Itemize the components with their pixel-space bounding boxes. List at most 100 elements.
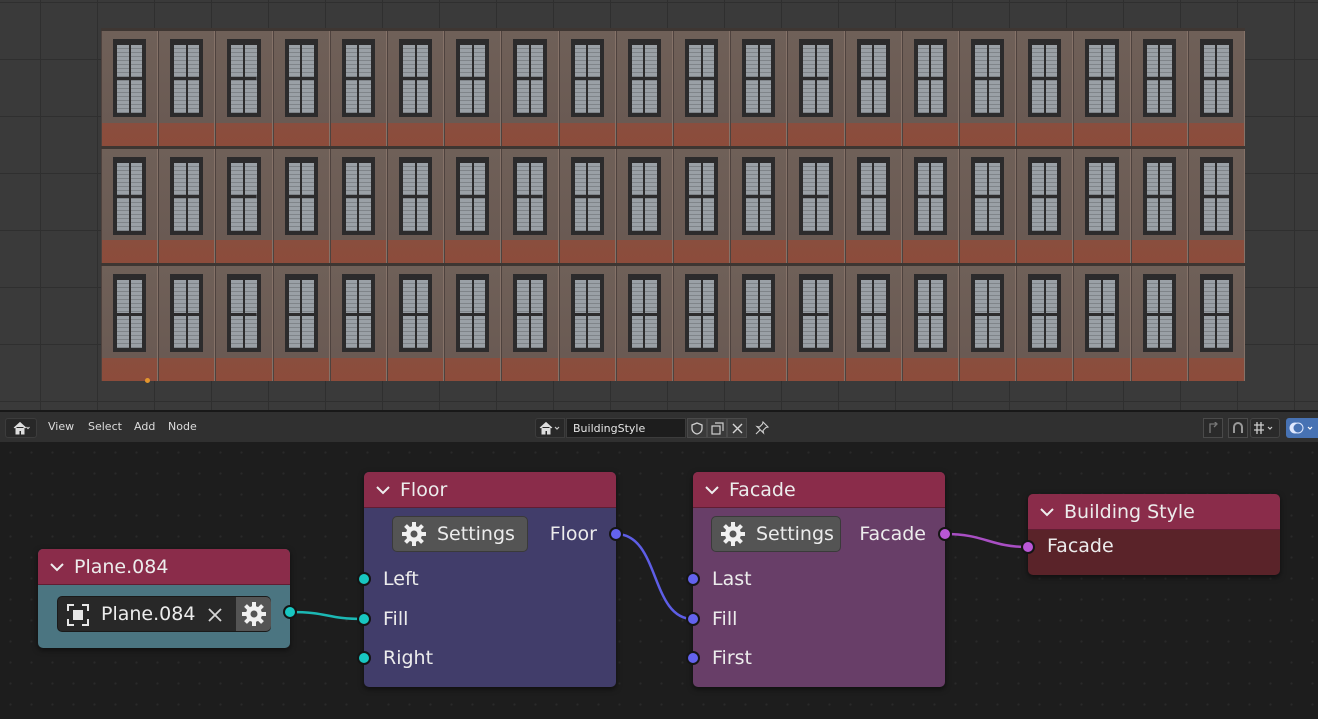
window [570,156,604,235]
object-picker-field[interactable]: Plane.084 [57,596,271,632]
menu-view[interactable]: View [48,420,74,433]
chevron-down-icon[interactable] [374,481,392,499]
floor-node[interactable]: Floor Settings Floor Left Fill Right [364,472,616,687]
building-style-node[interactable]: Building Style Facade [1028,494,1280,575]
facade-output-socket[interactable] [938,527,952,541]
facade-input-last-socket[interactable] [686,572,700,586]
facade-bay [272,31,330,146]
facade-node[interactable]: Facade Settings Facade Last Fill First [693,472,945,687]
node-header[interactable]: Building Style [1028,494,1280,530]
magnet-icon [1233,422,1243,433]
node-header[interactable]: Plane.084 [38,549,290,585]
window [513,156,547,235]
plane-output-socket[interactable] [283,605,297,619]
close-icon[interactable] [207,607,223,623]
floor-input-right-socket[interactable] [357,651,371,665]
facade-bay [615,148,674,264]
building-facade-mesh[interactable] [101,28,1246,382]
floor-output-socket[interactable] [609,527,623,541]
floor-input-fill-socket[interactable] [357,612,371,626]
node-header[interactable]: Floor [364,472,616,508]
facade-bay [615,266,674,382]
node-header[interactable]: Facade [693,472,945,508]
overlay-toggle[interactable] [1286,418,1318,438]
facade-bay [1130,148,1188,264]
window [513,39,547,117]
window [284,156,318,235]
facade-input-last-label: Last [712,568,752,590]
window [1028,274,1062,353]
object-settings-button[interactable] [236,597,271,631]
window [627,39,662,117]
facade-bay [444,148,502,264]
node-title: Building Style [1064,500,1195,523]
facade-bay [673,31,731,146]
node-tree-name-field[interactable]: BuildingStyle [566,418,686,438]
window [627,274,662,353]
snap-toggle[interactable] [1228,418,1248,438]
settings-label: Settings [437,523,515,545]
window [284,39,318,117]
facade-bay [444,266,502,382]
facade-bay [673,266,731,382]
duplicate-icon [710,421,724,435]
floor-input-left-socket[interactable] [357,572,371,586]
floor-input-left-label: Left [383,568,419,590]
facade-bay [558,148,616,264]
building-style-input-facade-label: Facade [1047,535,1114,557]
facade-bay [901,148,960,264]
pin-button[interactable] [752,418,772,438]
chevron-down-icon[interactable] [1038,503,1056,521]
menu-node[interactable]: Node [168,420,197,433]
unlink-tree-button[interactable] [727,418,747,438]
node-tree-browse-button[interactable] [535,418,565,438]
menu-add[interactable]: Add [134,420,155,433]
window [113,156,147,235]
facade-input-first-label: First [712,647,752,669]
window [1199,39,1234,117]
facade-bay [730,31,788,146]
facade-story [101,145,1246,264]
building-style-input-facade-socket[interactable] [1021,540,1035,554]
facade-bay [1187,148,1246,264]
settings-label: Settings [756,523,834,545]
facade-bay [158,31,216,146]
facade-input-first-socket[interactable] [686,651,700,665]
duplicate-tree-button[interactable] [707,418,727,438]
facade-bay [387,31,445,146]
facade-bay [959,31,1017,146]
window [341,156,376,235]
snap-mode-dropdown[interactable] [1250,418,1280,438]
parent-tree-button[interactable] [1203,418,1223,438]
editor-type-button[interactable] [5,418,37,438]
facade-bay [101,266,159,382]
facade-bay [215,148,273,264]
window [1199,274,1234,353]
window [742,274,776,353]
facade-bay [329,266,388,382]
facade-bay [329,148,388,264]
window [856,156,890,235]
window [913,39,948,117]
chevron-down-icon[interactable] [48,558,66,576]
fake-user-button[interactable] [687,418,707,438]
facade-bay [844,266,902,382]
facade-bay [558,31,616,146]
facade-settings-button[interactable]: Settings [711,516,841,552]
facade-input-fill-socket[interactable] [686,612,700,626]
chevron-down-icon[interactable] [703,481,721,499]
window [513,274,547,353]
window [341,39,376,117]
plane-object-node[interactable]: Plane.084 Plane.084 [38,549,290,648]
arrow-up-icon [1209,422,1218,433]
facade-bay [501,266,559,382]
floor-settings-button[interactable]: Settings [392,516,528,552]
3d-viewport[interactable] [0,0,1318,410]
facade-bay [730,266,788,382]
object-origin [145,378,150,383]
menu-select[interactable]: Select [88,420,122,433]
pin-icon [755,421,769,435]
facade-bay [501,148,559,264]
home-icon [13,421,30,435]
facade-bay [959,266,1017,382]
